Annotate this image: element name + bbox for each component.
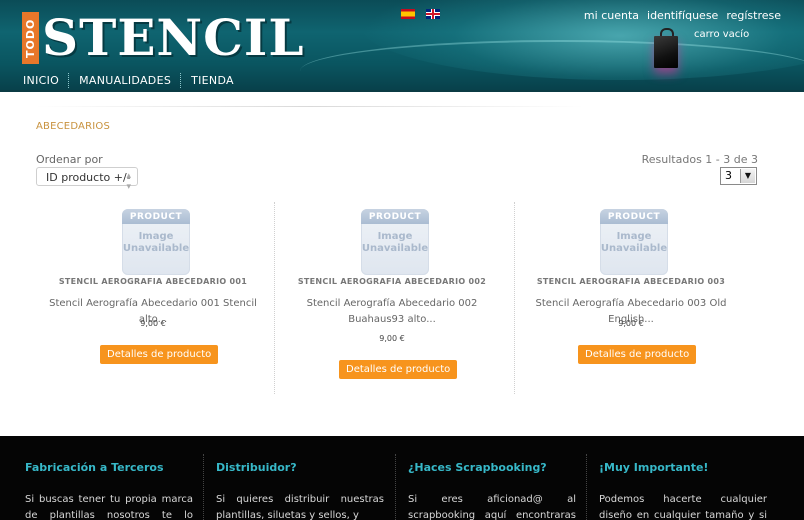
content-divider (36, 106, 584, 107)
footer-divider (395, 454, 397, 520)
product-card: PRODUCT Image Unavailable STENCIL AEROGR… (516, 202, 746, 398)
footer-column-fabricacion: Fabricación a Terceros Si buscas tener t… (25, 436, 195, 520)
product-image-placeholder[interactable]: PRODUCT Image Unavailable (361, 209, 429, 275)
my-account-link[interactable]: mi cuenta (584, 9, 639, 22)
product-details-button[interactable]: Detalles de producto (339, 360, 458, 379)
footer-divider (586, 454, 588, 520)
site-header: TODO STENCIL mi cuenta identifíquese reg… (0, 0, 804, 92)
product-price: 9,00 € (379, 334, 405, 343)
footer-title[interactable]: Distribuidor? (216, 461, 297, 474)
uk-flag-icon[interactable] (426, 9, 440, 19)
nav-item-inicio[interactable]: INICIO (0, 74, 68, 87)
footer-column-scrapbooking: ¿Haces Scrapbooking? Si eres aficionad@ … (408, 436, 578, 520)
footer-text: Si quieres distribuir nuestras plantilla… (216, 494, 384, 520)
product-name[interactable]: STENCIL AEROGRAFIA ABECEDARIO 002 (277, 277, 507, 286)
footer-column-distribuidor: Distribuidor? Si quieres distribuir nues… (216, 436, 386, 520)
per-page-value: 3 (725, 169, 732, 182)
product-image-placeholder[interactable]: PRODUCT Image Unavailable (122, 209, 190, 275)
footer-column-importante: ¡Muy Importante! Podemos hacerte cualqui… (599, 436, 769, 520)
logo-stencil: STENCIL (42, 8, 305, 67)
nav-item-tienda[interactable]: TIENDA (182, 74, 243, 87)
product-name[interactable]: STENCIL AEROGRAFIA ABECEDARIO 003 (516, 277, 746, 286)
product-price: 9,00 € (618, 319, 644, 328)
product-details-button[interactable]: Detalles de producto (100, 345, 219, 364)
site-logo[interactable]: TODO STENCIL (22, 8, 304, 64)
per-page-select[interactable]: 3 ▼ (720, 167, 757, 185)
product-card: PRODUCT Image Unavailable STENCIL AEROGR… (277, 202, 507, 398)
shopping-bag-icon[interactable] (652, 26, 682, 70)
product-image-placeholder[interactable]: PRODUCT Image Unavailable (600, 209, 668, 275)
footer-text: Si buscas tener tu propia marca de plant… (25, 494, 193, 520)
sort-arrows-icon: ▴ ▾ (126, 171, 131, 192)
spain-flag-icon[interactable] (401, 9, 415, 19)
site-footer: Fabricación a Terceros Si buscas tener t… (0, 436, 804, 520)
cart-status[interactable]: carro vacío (694, 29, 749, 40)
logo-todo: TODO (22, 12, 39, 64)
footer-text: Si eres aficionad@ al scrapbooking aquí … (408, 494, 576, 520)
product-card: PRODUCT Image Unavailable STENCIL AEROGR… (38, 202, 268, 398)
language-selector (401, 9, 440, 19)
footer-title[interactable]: Fabricación a Terceros (25, 461, 164, 474)
main-nav: INICIO MANUALIDADES TIENDA (0, 70, 243, 90)
account-links: mi cuenta identifíquese regístrese (584, 9, 781, 22)
chevron-down-icon: ▼ (740, 169, 755, 183)
footer-title[interactable]: ¡Muy Importante! (599, 461, 708, 474)
product-divider (274, 202, 276, 394)
product-price: 9,00 € (140, 319, 166, 328)
product-name[interactable]: STENCIL AEROGRAFIA ABECEDARIO 001 (38, 277, 268, 286)
results-count: Resultados 1 - 3 de 3 (641, 153, 758, 166)
sort-select[interactable]: ID producto +/- ▴ ▾ (36, 167, 138, 192)
product-description: Stencil Aerografía Abecedario 002 Buahau… (306, 298, 478, 325)
footer-divider (203, 454, 205, 520)
product-details-button[interactable]: Detalles de producto (578, 345, 697, 364)
nav-item-manualidades[interactable]: MANUALIDADES (70, 74, 180, 87)
login-link[interactable]: identifíquese (647, 9, 718, 22)
sort-label: Ordenar por (36, 153, 103, 166)
footer-title[interactable]: ¿Haces Scrapbooking? (408, 461, 547, 474)
register-link[interactable]: regístrese (726, 9, 781, 22)
sort-selected-value: ID producto +/- (46, 171, 131, 184)
footer-text: Podemos hacerte cualquier diseño en cual… (599, 494, 767, 520)
category-title: ABECEDARIOS (36, 121, 111, 132)
